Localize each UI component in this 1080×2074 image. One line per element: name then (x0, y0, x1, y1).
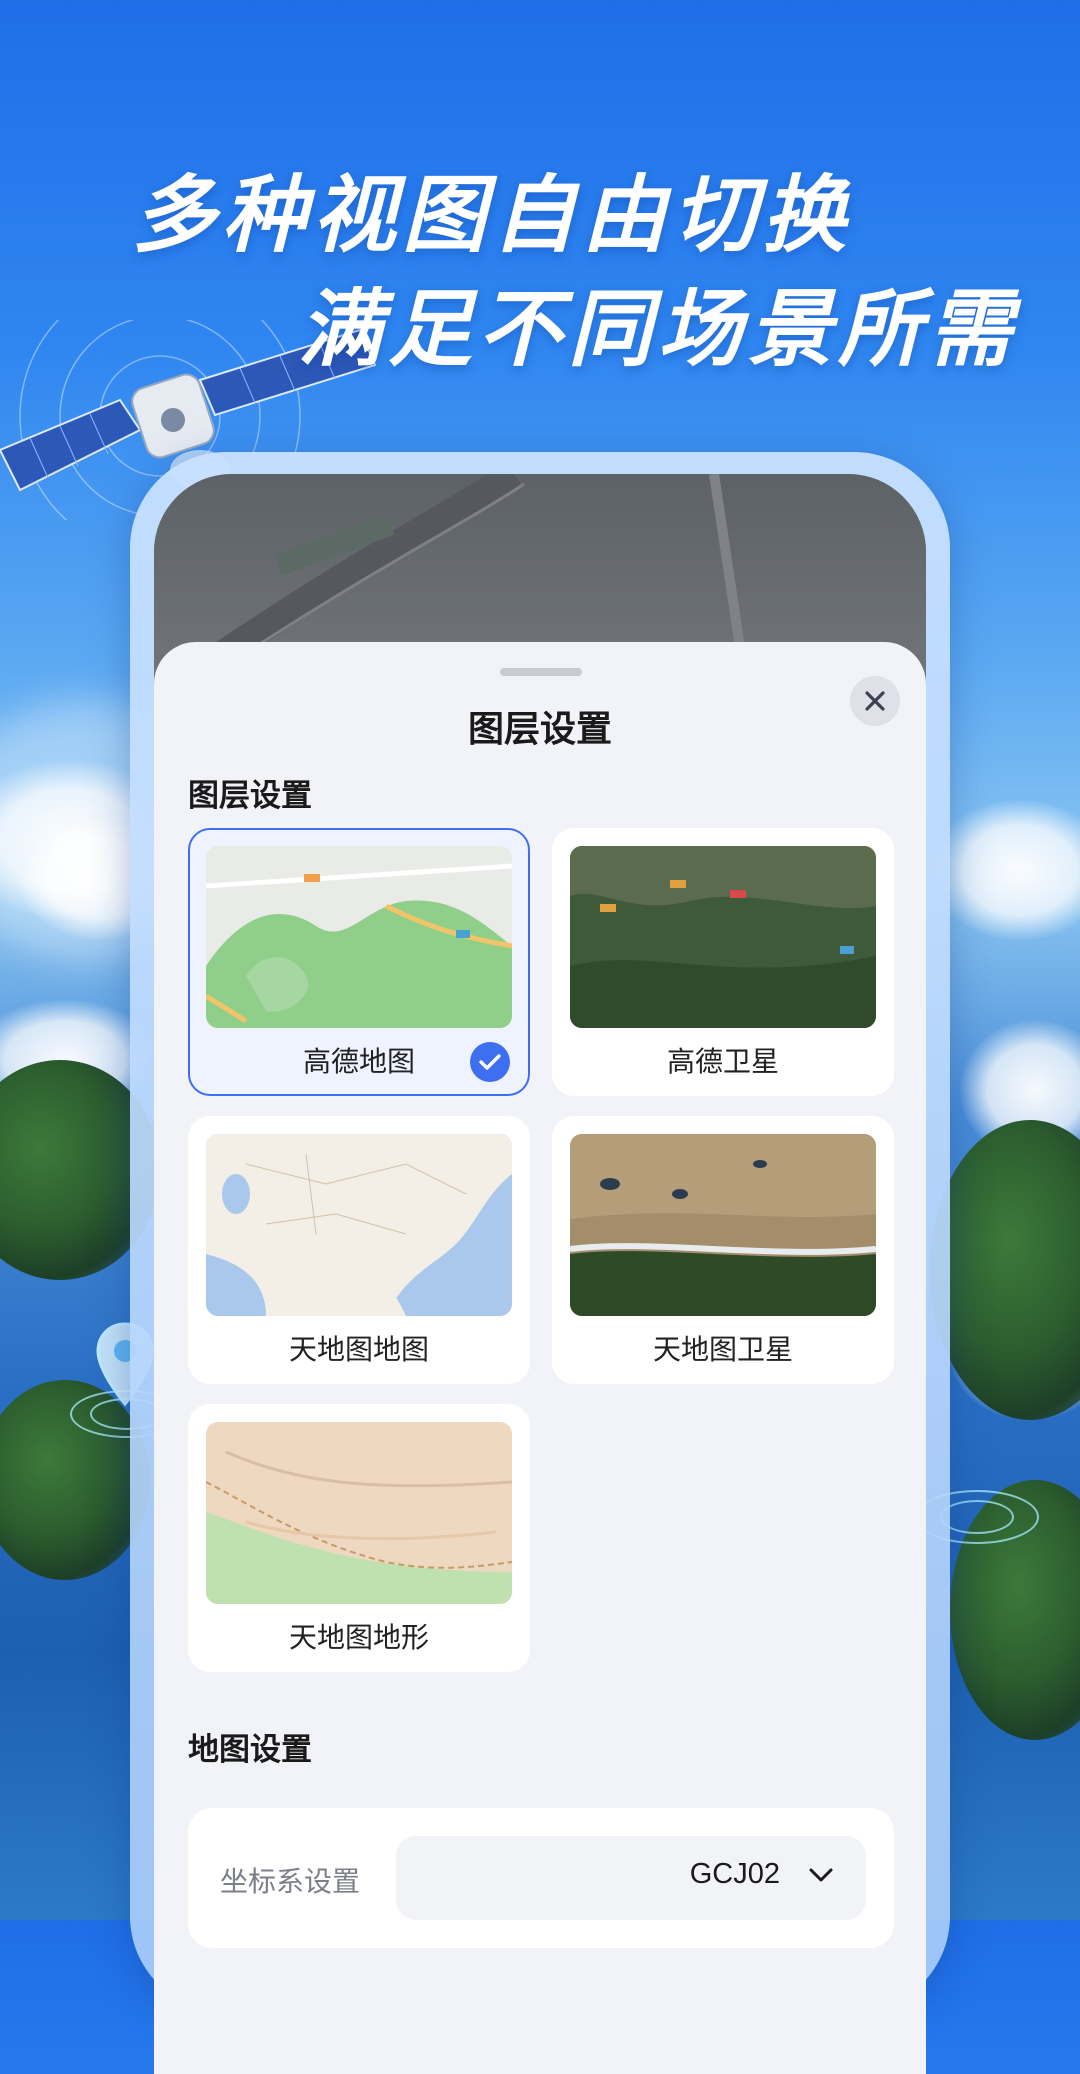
layer-option-tianditu-satellite[interactable]: 天地图卫星 (552, 1116, 894, 1384)
phone-frame: 图层设置 图层设置 高德地图 高德卫星 天地图地图 天地图卫星 天地图地形 地图… (130, 452, 950, 2074)
coordinate-system-select[interactable]: GCJ02 (396, 1836, 866, 1920)
sheet-title: 图层设置 (467, 709, 612, 750)
layer-option-label: 天地图卫星 (652, 1333, 793, 1366)
layer-option-gaode-map[interactable]: 高德地图 (188, 828, 530, 1096)
close-button[interactable] (850, 676, 900, 726)
coordinate-system-value: GCJ02 (689, 1858, 780, 1890)
tianditu-satellite-thumbnail (570, 1134, 876, 1316)
headline-line-1: 多种视图自由切换 (132, 166, 853, 264)
layer-option-label: 高德卫星 (666, 1045, 779, 1078)
layer-option-label: 天地图地图 (288, 1333, 429, 1366)
coordinate-system-label: 坐标系设置 (220, 1865, 361, 1898)
check-icon (479, 1054, 501, 1070)
map-section-label: 地图设置 (188, 1732, 312, 1768)
layer-option-tianditu-map[interactable]: 天地图地图 (188, 1116, 530, 1384)
layer-option-label: 天地图地形 (288, 1621, 429, 1654)
layer-settings-sheet: 图层设置 图层设置 高德地图 高德卫星 天地图地图 天地图卫星 天地图地形 地图… (154, 642, 926, 2074)
chevron-down-icon (809, 1868, 833, 1882)
gaode-satellite-thumbnail (570, 846, 876, 1028)
close-icon (865, 691, 885, 711)
gaode-map-thumbnail (206, 846, 512, 1028)
headline-line-2: 满足不同场景所需 (298, 280, 1019, 378)
layers-section-label: 图层设置 (188, 778, 312, 814)
tianditu-map-thumbnail (206, 1134, 512, 1316)
tianditu-terrain-thumbnail (206, 1422, 512, 1604)
layer-option-gaode-satellite[interactable]: 高德卫星 (552, 828, 894, 1096)
sheet-drag-handle[interactable] (500, 668, 582, 676)
selected-checkmark (470, 1042, 510, 1082)
coordinate-system-row: 坐标系设置 GCJ02 (188, 1808, 894, 1948)
phone-screen: 图层设置 图层设置 高德地图 高德卫星 天地图地图 天地图卫星 天地图地形 地图… (154, 474, 926, 2074)
layer-option-tianditu-terrain[interactable]: 天地图地形 (188, 1404, 530, 1672)
